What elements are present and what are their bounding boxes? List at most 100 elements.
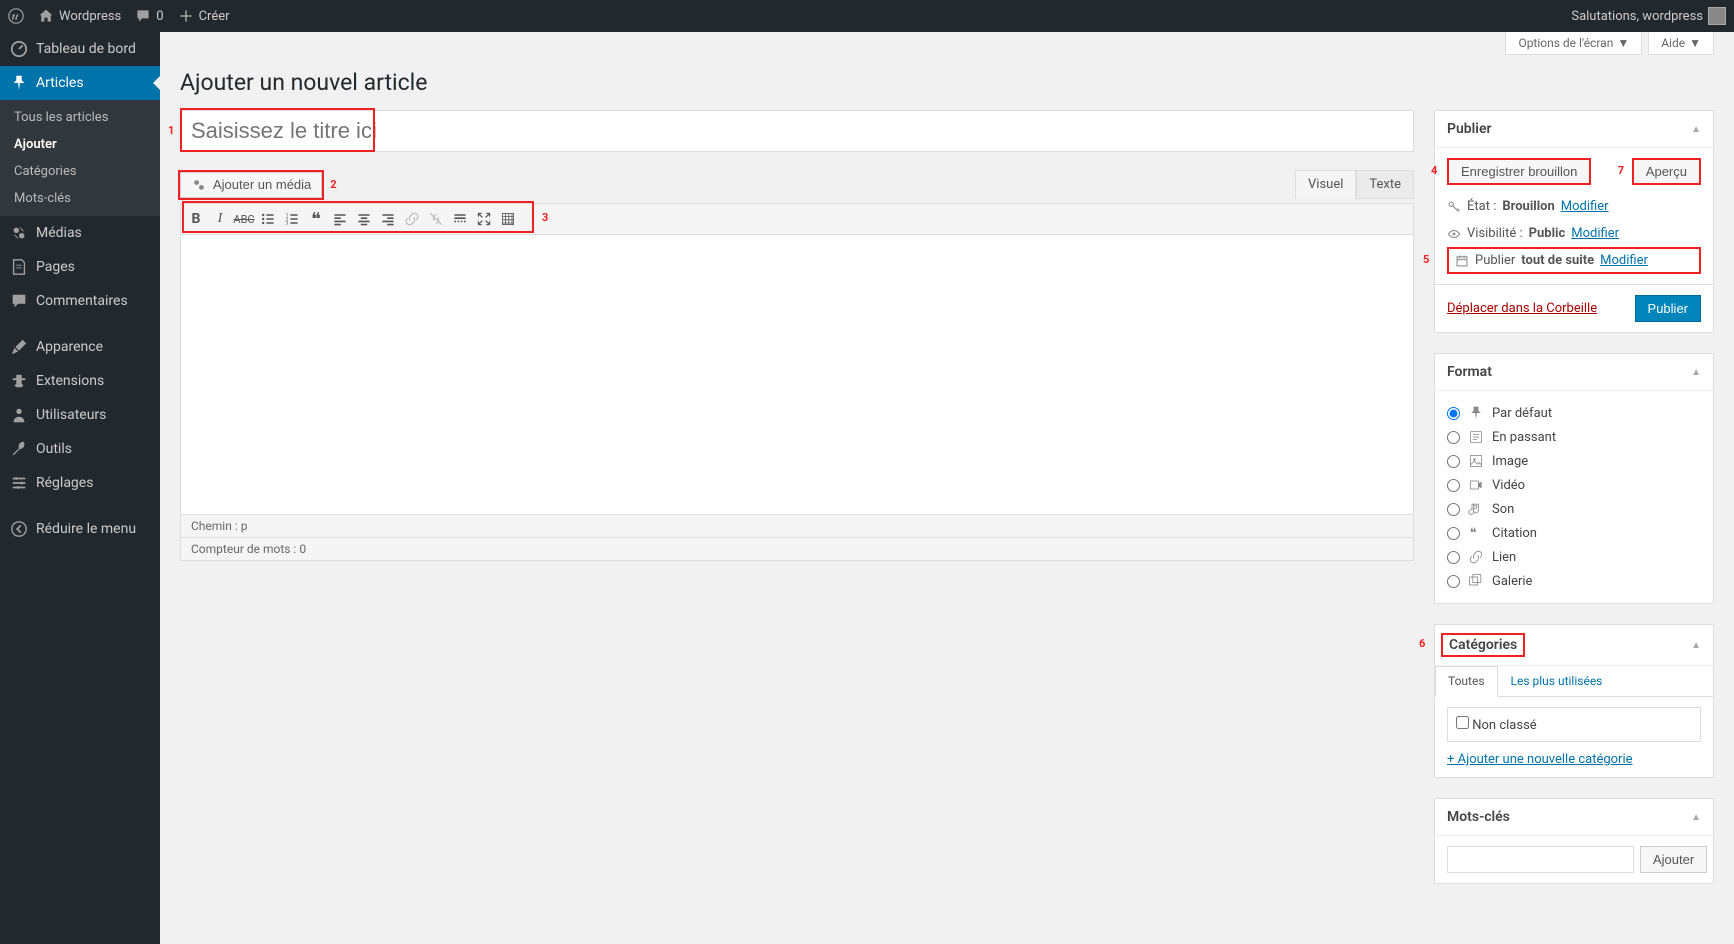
cat-tab-popular[interactable]: Les plus utilisées (1498, 666, 1616, 696)
add-media-button[interactable]: Ajouter un média (180, 172, 322, 198)
comments-link[interactable]: 0 (135, 8, 163, 24)
edit-state-link[interactable]: Modifier (1561, 199, 1609, 214)
toolbar-align-left[interactable] (329, 208, 351, 230)
edit-visibility-link[interactable]: Modifier (1571, 226, 1619, 241)
annotation-7: 7 (1618, 164, 1624, 177)
wp-logo[interactable] (8, 8, 24, 24)
plus-icon (178, 8, 194, 24)
publish-button[interactable]: Publier (1635, 295, 1701, 322)
panel-tags-head[interactable]: Mots-clés ▲ (1435, 799, 1713, 836)
users-icon (10, 406, 28, 424)
format-aside[interactable]: En passant (1447, 425, 1701, 449)
menu-collapse[interactable]: Réduire le menu (0, 512, 160, 546)
preview-button[interactable]: Aperçu (1632, 158, 1701, 185)
post-title-input[interactable] (180, 110, 1414, 152)
gallery-icon (1468, 573, 1484, 589)
panel-format-head[interactable]: Format ▲ (1435, 354, 1713, 391)
comments-count: 0 (156, 9, 163, 24)
comment-icon (10, 292, 28, 310)
editor-body[interactable] (180, 235, 1414, 515)
caret-up-icon: ▲ (1691, 812, 1701, 823)
toolbar-ul[interactable] (257, 208, 279, 230)
toolbar-strike[interactable]: ABC (233, 208, 255, 230)
toolbar-align-center[interactable] (353, 208, 375, 230)
toolbar-fullscreen[interactable] (473, 208, 495, 230)
menu-comments[interactable]: Commentaires (0, 284, 160, 318)
audio-icon (1468, 501, 1484, 517)
annotation-4: 4 (1431, 164, 1437, 177)
add-category-link[interactable]: + Ajouter une nouvelle catégorie (1447, 752, 1633, 767)
menu-settings[interactable]: Réglages (0, 466, 160, 500)
caret-down-icon: ▼ (1617, 36, 1629, 50)
panel-categories-head[interactable]: Catégories ▲ (1435, 625, 1713, 666)
sliders-icon (10, 474, 28, 492)
toolbar-more[interactable] (449, 208, 471, 230)
svg-text:❝: ❝ (1470, 526, 1477, 541)
toolbar-align-right[interactable] (377, 208, 399, 230)
caret-up-icon: ▲ (1691, 124, 1701, 135)
content-area: Options de l'écran ▼ Aide ▼ Ajouter un n… (160, 32, 1734, 944)
collapse-icon (10, 520, 28, 538)
annotation-3: 3 (542, 211, 548, 224)
toolbar-quote[interactable]: ❝ (305, 208, 327, 230)
editor-toolbar: B I ABC 123 ❝ (180, 203, 1414, 235)
video-icon (1468, 477, 1484, 493)
category-item-nonclasse[interactable]: Non classé (1456, 718, 1537, 733)
admin-sidebar: Tableau de bord Articles Tous les articl… (0, 32, 160, 944)
submenu-categories[interactable]: Catégories (0, 158, 160, 185)
format-link[interactable]: Lien (1447, 545, 1701, 569)
tab-text[interactable]: Texte (1356, 170, 1414, 199)
save-draft-button[interactable]: Enregistrer brouillon (1447, 158, 1591, 185)
submenu-add[interactable]: Ajouter (0, 131, 160, 158)
home-icon (38, 8, 54, 24)
menu-pages[interactable]: Pages (0, 250, 160, 284)
menu-media[interactable]: Médias (0, 216, 160, 250)
calendar-icon (1455, 254, 1469, 268)
media-icon (10, 224, 28, 242)
toolbar-ol[interactable]: 123 (281, 208, 303, 230)
format-gallery[interactable]: Galerie (1447, 569, 1701, 593)
cat-tab-all[interactable]: Toutes (1435, 666, 1498, 697)
help-tab[interactable]: Aide ▼ (1648, 32, 1714, 55)
link-icon (1468, 549, 1484, 565)
toolbar-toggle[interactable] (497, 208, 519, 230)
toolbar-italic[interactable]: I (209, 208, 231, 230)
panel-format: Format ▲ Par défaut En passant Image Vid… (1434, 353, 1714, 604)
menu-extensions[interactable]: Extensions (0, 364, 160, 398)
menu-users[interactable]: Utilisateurs (0, 398, 160, 432)
menu-dashboard[interactable]: Tableau de bord (0, 32, 160, 66)
create-link[interactable]: Créer (178, 8, 230, 24)
user-greeting[interactable]: Salutations, wordpress (1571, 7, 1726, 25)
format-quote[interactable]: ❝Citation (1447, 521, 1701, 545)
panel-publish-head[interactable]: Publier ▲ (1435, 111, 1713, 148)
comment-icon (135, 8, 151, 24)
word-count: Compteur de mots : 0 (180, 538, 1414, 561)
toolbar-link[interactable] (401, 208, 423, 230)
tab-visual[interactable]: Visuel (1295, 170, 1356, 199)
admin-bar: Wordpress 0 Créer Salutations, wordpress (0, 0, 1734, 32)
dashboard-icon (10, 40, 28, 58)
screen-options-tab[interactable]: Options de l'écran ▼ (1505, 32, 1642, 55)
publish-visibility-row: Visibilité : Public Modifier (1447, 220, 1701, 247)
tags-input[interactable] (1447, 846, 1634, 873)
menu-tools[interactable]: Outils (0, 432, 160, 466)
annotation-2: 2 (330, 178, 336, 191)
format-audio[interactable]: Son (1447, 497, 1701, 521)
site-link[interactable]: Wordpress (38, 8, 121, 24)
add-tag-button[interactable]: Ajouter (1640, 846, 1707, 873)
format-image[interactable]: Image (1447, 449, 1701, 473)
format-default[interactable]: Par défaut (1447, 401, 1701, 425)
menu-articles[interactable]: Articles (0, 66, 160, 100)
toolbar-unlink[interactable] (425, 208, 447, 230)
submenu-all-articles[interactable]: Tous les articles (0, 104, 160, 131)
aside-icon (1468, 429, 1484, 445)
toolbar-bold[interactable]: B (185, 208, 207, 230)
image-icon (1468, 453, 1484, 469)
eye-icon (1447, 227, 1461, 241)
edit-schedule-link[interactable]: Modifier (1600, 253, 1648, 268)
submenu-tags[interactable]: Mots-clés (0, 185, 160, 212)
wordpress-icon (8, 8, 24, 24)
format-video[interactable]: Vidéo (1447, 473, 1701, 497)
menu-appearance[interactable]: Apparence (0, 330, 160, 364)
trash-link[interactable]: Déplacer dans la Corbeille (1447, 301, 1597, 316)
